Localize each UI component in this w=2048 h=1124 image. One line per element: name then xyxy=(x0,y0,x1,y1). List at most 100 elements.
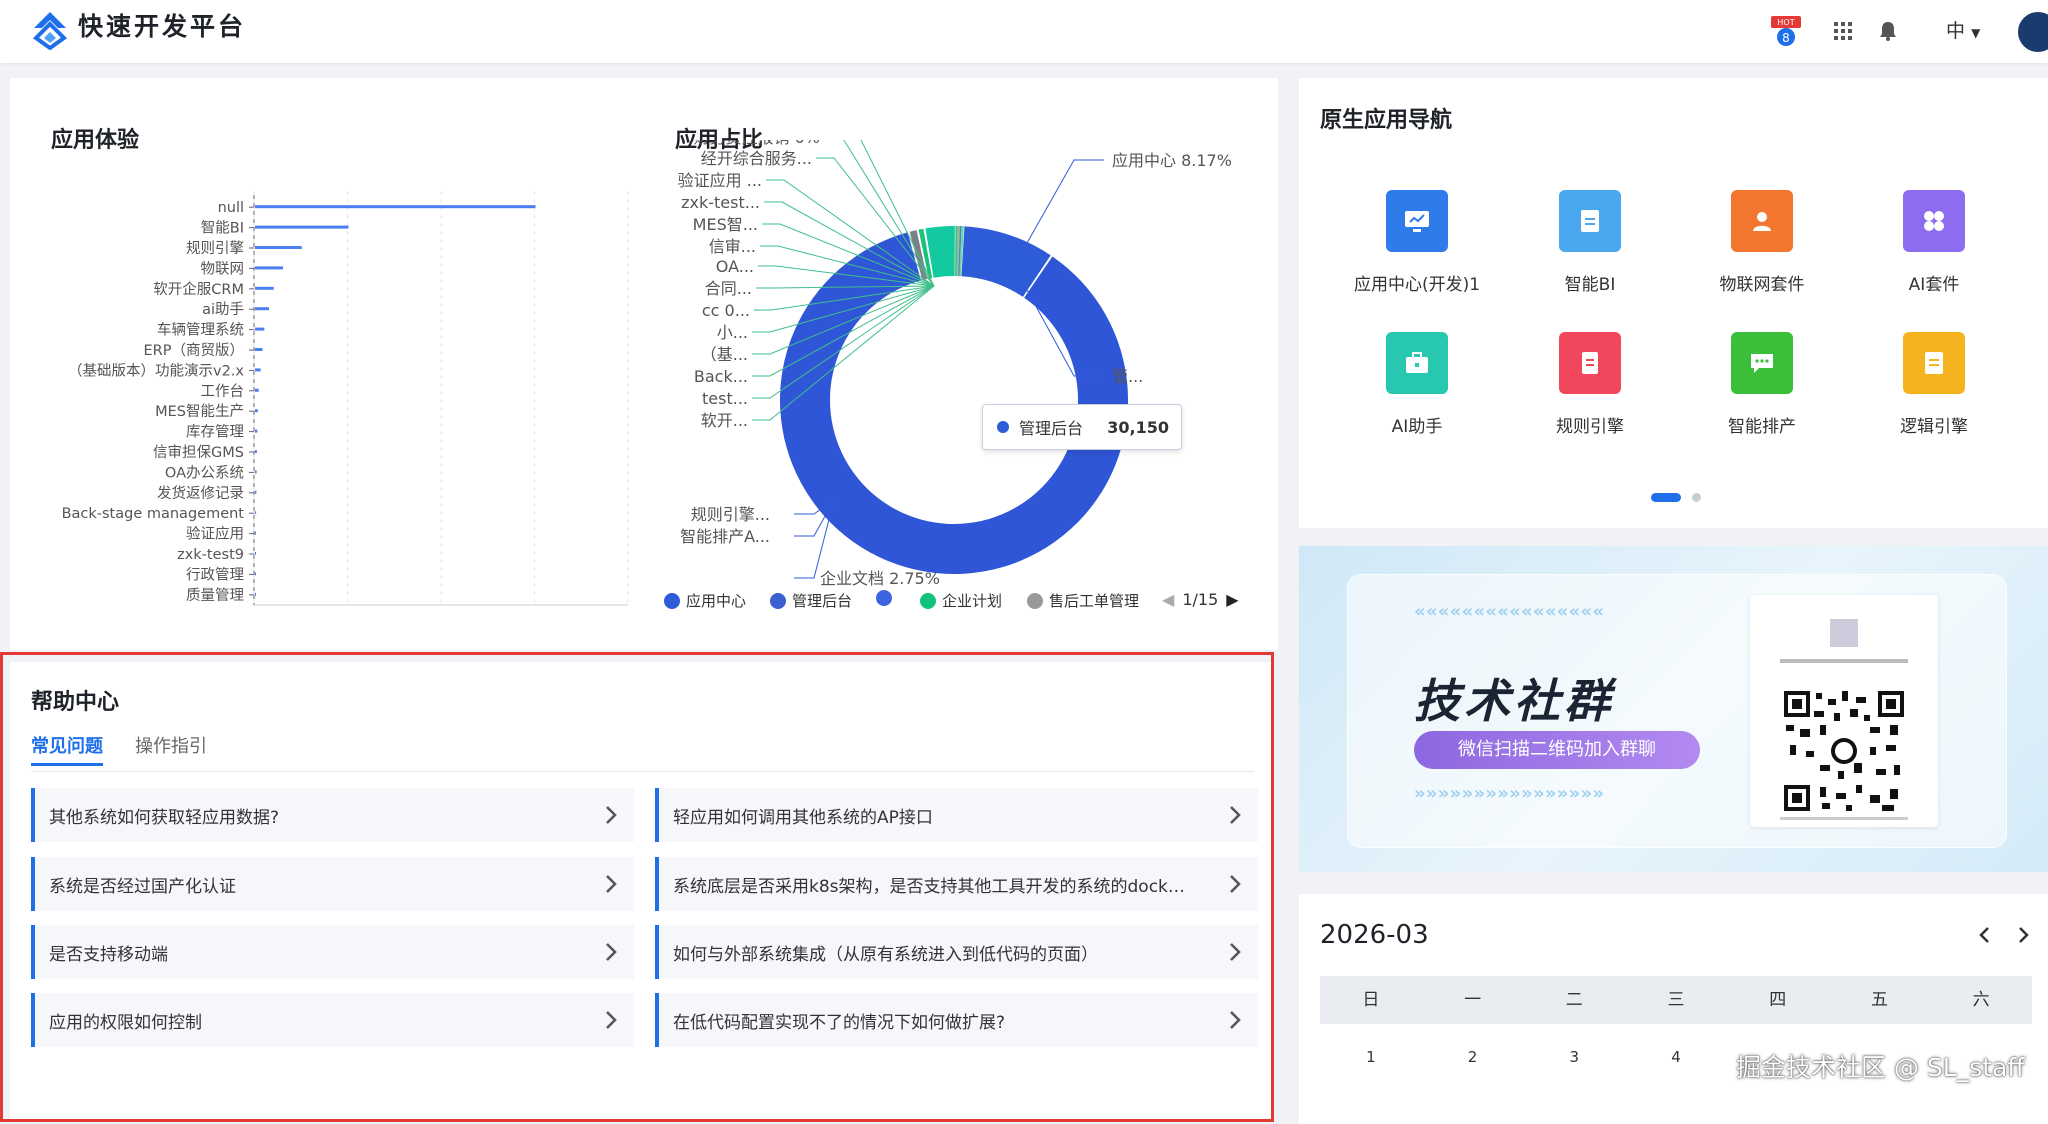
nav-logic-engine[interactable]: 逻辑引擎 xyxy=(1849,332,2019,462)
y-tick-label: 车辆管理系统 xyxy=(157,322,244,339)
legend-dot xyxy=(920,592,936,609)
bar xyxy=(255,552,256,555)
tab-guide[interactable]: 操作指引 xyxy=(135,732,207,766)
legend-item-app-center[interactable]: 应用中心 xyxy=(664,590,746,611)
slice-label: 验证应用 ... xyxy=(678,171,762,190)
qr-code-card xyxy=(1750,595,1938,827)
nav-ai-suite[interactable]: AI套件 xyxy=(1849,190,2019,320)
tab-faq[interactable]: 常见问题 xyxy=(31,732,103,766)
calendar-day[interactable]: 3 xyxy=(1523,1048,1625,1066)
hot-badge-icon[interactable]: HOT 8 xyxy=(1769,14,1803,48)
faq-text: 是否支持移动端 xyxy=(49,944,168,965)
calendar-next-icon[interactable] xyxy=(2009,920,2039,950)
calendar-day[interactable]: 2 xyxy=(1422,1048,1524,1066)
slice-label: 经开综合服务... xyxy=(701,149,812,168)
carousel-dot-active[interactable] xyxy=(1651,493,1681,502)
bell-icon[interactable] xyxy=(1871,14,1905,48)
y-tick-label: （基础版本）功能演示v2.x xyxy=(68,362,244,379)
chevron-right-icon xyxy=(1212,1010,1258,1030)
slice-label: 小... xyxy=(717,323,748,342)
avatar[interactable] xyxy=(2016,10,2048,54)
calendar-prev-icon[interactable] xyxy=(1969,920,1999,950)
calendar-day[interactable]: 4 xyxy=(1625,1048,1727,1066)
faq-text: 系统底层是否采用k8s架构，是否支持其他工具开发的系统的dock… xyxy=(673,876,1185,897)
x-tick-label: 10000 xyxy=(324,617,372,620)
help-center-title: 帮助中心 xyxy=(31,690,120,715)
nav-label: 逻辑引擎 xyxy=(1900,417,1968,437)
legend-prev-icon[interactable]: ◀ xyxy=(1162,590,1174,609)
bar xyxy=(255,470,257,474)
bar xyxy=(255,327,265,331)
bar xyxy=(255,429,258,433)
user-icon xyxy=(1731,190,1793,252)
nav-iot-suite[interactable]: 物联网套件 xyxy=(1677,190,1847,320)
file-icon xyxy=(1559,332,1621,394)
chevron-right-icon xyxy=(1212,805,1258,825)
weekday-label: 三 xyxy=(1667,990,1685,1010)
nav-smart-bi[interactable]: 智能BI xyxy=(1505,190,1675,320)
nav-ai-assistant[interactable]: AI助手 xyxy=(1332,332,1502,462)
y-tick-label: OA办公系统 xyxy=(165,464,244,481)
apps-grid-icon[interactable] xyxy=(1826,14,1860,48)
nav-rule-engine[interactable]: 规则引擎 xyxy=(1505,332,1675,462)
nav-app-center[interactable]: 应用中心(开发)1 xyxy=(1332,190,1502,320)
help-tabs: 常见问题 操作指引 xyxy=(31,732,207,766)
nav-label: 规则引擎 xyxy=(1556,417,1624,437)
qr-code-icon xyxy=(1780,619,1908,820)
slice-label: 信审... xyxy=(709,237,756,256)
legend-dot xyxy=(1027,592,1043,609)
top-bar: 快速开发平台 HOT 8 中 ▼ xyxy=(0,0,2048,63)
calendar-weekday-header: 日 一 二 三 四 五 六 xyxy=(1320,976,2032,1024)
native-nav-title: 原生应用导航 xyxy=(1320,108,1453,133)
faq-text: 其他系统如何获取轻应用数据? xyxy=(49,807,280,828)
chevron-right-icon xyxy=(1212,874,1258,894)
faq-item[interactable]: 应用的权限如何控制 xyxy=(31,993,634,1047)
language-switch[interactable]: 中 ▼ xyxy=(1946,14,1980,50)
faq-item[interactable]: 系统底层是否采用k8s架构，是否支持其他工具开发的系统的dock… xyxy=(655,857,1258,911)
chevron-right-icon xyxy=(588,805,634,825)
tooltip-label: 管理后台 xyxy=(1019,419,1084,438)
chevron-right-icon xyxy=(588,874,634,894)
slice-label: OA... xyxy=(716,257,754,276)
faq-text: 如何与外部系统集成（从原有系统进入到低代码的页面） xyxy=(673,944,1098,965)
language-label: 中 xyxy=(1946,20,1966,42)
banner-subtitle: 微信扫描二维码加入群聊 xyxy=(1414,731,1700,769)
app-experience-title: 应用体验 xyxy=(51,128,140,153)
hot-badge-text: HOT xyxy=(1777,18,1794,27)
calendar-day[interactable]: 1 xyxy=(1320,1048,1422,1066)
grid-icon xyxy=(1903,190,1965,252)
weekday-label: 五 xyxy=(1870,990,1888,1010)
legend-item-admin[interactable]: 管理后台 xyxy=(770,590,852,611)
legend-item-blue[interactable] xyxy=(876,590,898,606)
legend-next-icon[interactable]: ▶ xyxy=(1226,590,1238,609)
legend-dot xyxy=(664,592,680,609)
chevron-down-icon: ▼ xyxy=(1971,26,1981,40)
legend-item-after-sales[interactable]: 售后工单管理 xyxy=(1027,590,1139,611)
legend-label: 售后工单管理 xyxy=(1049,592,1140,610)
faq-item[interactable]: 是否支持移动端 xyxy=(31,925,634,979)
bar xyxy=(255,286,274,290)
y-tick-label: ERP（商贸版） xyxy=(144,342,244,359)
nav-label: 应用中心(开发)1 xyxy=(1353,275,1481,295)
bar xyxy=(255,409,258,413)
bar xyxy=(255,307,270,311)
slice-label: test... xyxy=(702,389,748,408)
tooltip-dot xyxy=(997,421,1009,433)
faq-item[interactable]: 在低代码配置实现不了的情况下如何做扩展? xyxy=(655,993,1258,1047)
legend-item-enterprise-plan[interactable]: 企业计划 xyxy=(920,590,1002,611)
community-banner[interactable]: « « « « « « « « « « « « « « « « 技术社群 微信扫… xyxy=(1299,546,2048,872)
document-icon xyxy=(1559,190,1621,252)
nav-label: AI套件 xyxy=(1908,275,1960,295)
faq-item[interactable]: 如何与外部系统集成（从原有系统进入到低代码的页面） xyxy=(655,925,1258,979)
y-tick-label: 库存管理 xyxy=(186,424,244,441)
bar xyxy=(255,511,257,515)
nav-smart-scheduling[interactable]: 智能排产 xyxy=(1677,332,1847,462)
faq-item[interactable]: 系统是否经过国产化认证 xyxy=(31,857,634,911)
faq-item[interactable]: 轻应用如何调用其他系统的AP接口 xyxy=(655,788,1258,842)
bar xyxy=(255,531,256,535)
bar xyxy=(255,348,263,351)
carousel-dot[interactable] xyxy=(1692,493,1701,502)
app-title: 快速开发平台 xyxy=(78,12,247,41)
faq-item[interactable]: 其他系统如何获取轻应用数据? xyxy=(31,788,634,842)
y-tick-label: ai助手 xyxy=(202,301,244,318)
